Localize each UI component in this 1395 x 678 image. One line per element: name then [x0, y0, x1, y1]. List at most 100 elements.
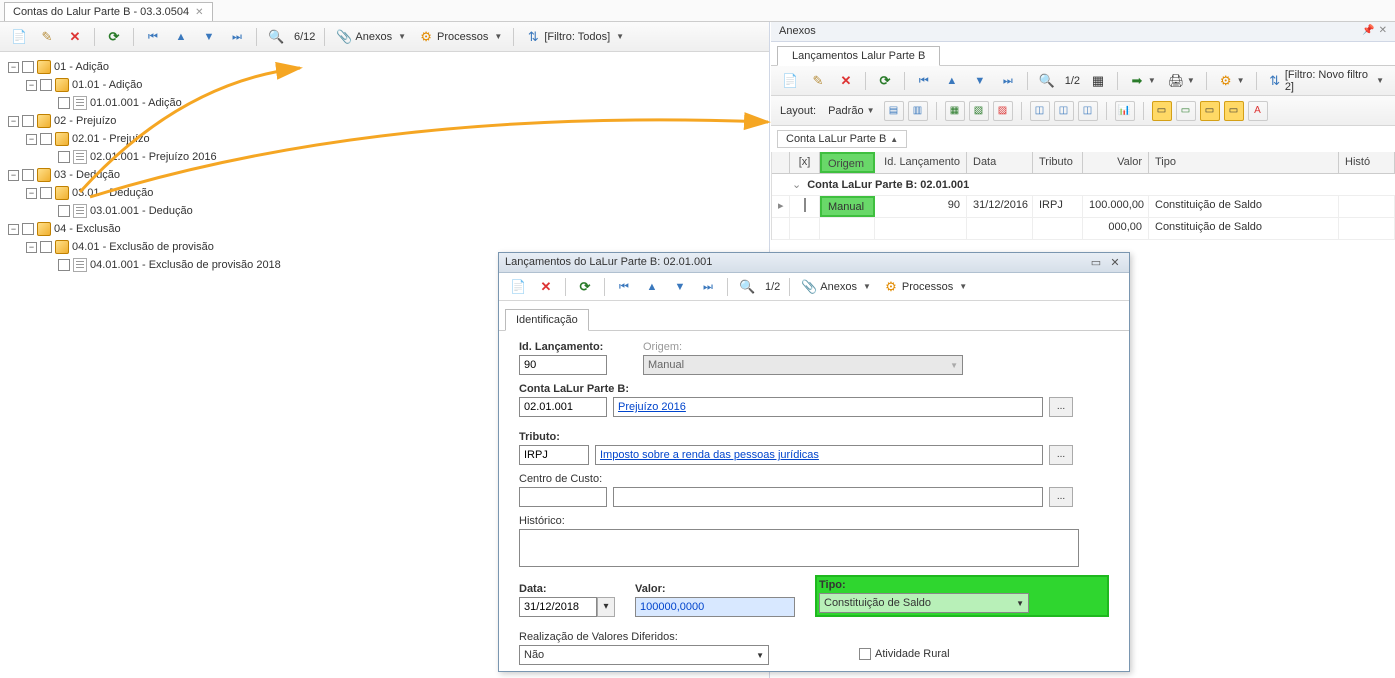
tree-checkbox[interactable]	[58, 259, 70, 271]
data-input[interactable]	[519, 597, 597, 617]
edit-button[interactable]: ✎	[34, 26, 60, 48]
process-dropdown[interactable]: ⚙▼	[1213, 70, 1250, 92]
layout-btn-6[interactable]: ◫	[1030, 101, 1050, 121]
layout-btn-7[interactable]: ◫	[1054, 101, 1074, 121]
close-icon[interactable]: ✕	[1107, 256, 1123, 269]
tributo-desc-input[interactable]	[595, 445, 1043, 465]
nav-next-button[interactable]: ▼	[196, 26, 222, 48]
delete-button[interactable]: ✕	[833, 70, 859, 92]
col-origem[interactable]: Origem	[820, 152, 875, 173]
edit-button[interactable]: ✎	[805, 70, 831, 92]
maximize-icon[interactable]: ▭	[1088, 256, 1104, 269]
anexos-dropdown[interactable]: 📎 Anexos ▼	[331, 26, 411, 48]
tree-checkbox[interactable]	[22, 223, 34, 235]
find-button[interactable]: 🔍	[734, 276, 760, 298]
tree-node[interactable]: −03 - Dedução	[8, 166, 765, 184]
row-checkbox[interactable]	[804, 198, 806, 212]
tree-checkbox[interactable]	[58, 97, 70, 109]
tree-node[interactable]: 01.01.001 - Adição	[44, 94, 765, 112]
refresh-button[interactable]: ⟳	[872, 70, 898, 92]
col-x[interactable]: [x]	[790, 152, 820, 173]
pin-icon[interactable]: 📌	[1362, 25, 1374, 38]
nav-last-button[interactable]: ⏭	[224, 26, 250, 48]
find-button[interactable]: 🔍	[263, 26, 289, 48]
dialog-title-bar[interactable]: Lançamentos do LaLur Parte B: 02.01.001 …	[499, 253, 1129, 273]
find-button[interactable]: 🔍	[1034, 70, 1060, 92]
tree-checkbox[interactable]	[58, 205, 70, 217]
layout-btn-1[interactable]: ▤	[884, 101, 904, 121]
historico-textarea[interactable]	[519, 529, 1079, 567]
processos-dropdown[interactable]: ⚙Processos▼	[878, 276, 972, 298]
layout-btn-3[interactable]: ▦	[945, 101, 965, 121]
document-tab[interactable]: Contas do Lalur Parte B - 03.3.0504 ✕	[4, 2, 213, 21]
delete-button[interactable]: ✕	[62, 26, 88, 48]
view-btn-2[interactable]: ▭	[1176, 101, 1196, 121]
realiz-select[interactable]: Não▼	[519, 645, 769, 665]
tree-checkbox[interactable]	[22, 61, 34, 73]
nav-next-button[interactable]: ▼	[967, 70, 993, 92]
nav-prev-button[interactable]: ▲	[168, 26, 194, 48]
centro-desc-input[interactable]	[613, 487, 1043, 507]
tab-identificacao[interactable]: Identificação	[505, 309, 589, 331]
tree-node[interactable]: −04 - Exclusão	[8, 220, 765, 238]
col-tributo[interactable]: Tributo	[1033, 152, 1083, 173]
close-panel-icon[interactable]: ✕	[1379, 25, 1387, 38]
delete-button[interactable]: ✕	[533, 276, 559, 298]
layout-btn-5[interactable]: ▨	[993, 101, 1013, 121]
col-valor[interactable]: Valor	[1083, 152, 1149, 173]
tree-node[interactable]: −02 - Prejuízo	[8, 112, 765, 130]
new-button[interactable]: 📄	[6, 26, 32, 48]
tree-checkbox[interactable]	[40, 187, 52, 199]
centro-code-input[interactable]	[519, 487, 607, 507]
group-by-box[interactable]: Conta LaLur Parte B ▲	[777, 130, 907, 148]
nav-prev-button[interactable]: ▲	[939, 70, 965, 92]
browse-button[interactable]: ...	[1049, 487, 1073, 507]
col-hist[interactable]: Histó	[1339, 152, 1395, 173]
nav-next-button[interactable]: ▼	[667, 276, 693, 298]
atividade-rural-checkbox[interactable]: Atividade Rural	[859, 648, 950, 660]
layout-select[interactable]: Padrão▼	[823, 102, 879, 120]
nav-first-button[interactable]: ⏮	[911, 70, 937, 92]
tributo-code-input[interactable]	[519, 445, 589, 465]
filter-dropdown[interactable]: ⇅ [Filtro: Novo filtro 2] ▼	[1263, 66, 1389, 96]
tree-node[interactable]: −03.01 - Dedução	[26, 184, 765, 202]
layout-btn-2[interactable]: ▥	[908, 101, 928, 121]
grid-group-row[interactable]: ⌄ Conta LaLur Parte B: 02.01.001	[772, 174, 1395, 196]
refresh-button[interactable]: ⟳	[101, 26, 127, 48]
chart-btn[interactable]: 📊	[1115, 101, 1135, 121]
subtab-lancamentos[interactable]: Lançamentos Lalur Parte B	[777, 46, 940, 66]
browse-button[interactable]: ...	[1049, 397, 1073, 417]
view-btn-1[interactable]: ▭	[1152, 101, 1172, 121]
tree-node[interactable]: 03.01.001 - Dedução	[44, 202, 765, 220]
view-btn-3[interactable]: ▭	[1200, 101, 1220, 121]
refresh-button[interactable]: ⟳	[572, 276, 598, 298]
grid-row[interactable]: 000,00 Constituição de Saldo	[772, 218, 1395, 240]
layout-btn-8[interactable]: ◫	[1078, 101, 1098, 121]
tree-node[interactable]: −02.01 - Prejuízo	[26, 130, 765, 148]
tipo-select[interactable]: Constituição de Saldo▼	[819, 593, 1029, 613]
print-dropdown[interactable]: 🖨▼	[1163, 70, 1200, 92]
tree-node[interactable]: 02.01.001 - Prejuízo 2016	[44, 148, 765, 166]
tree-checkbox[interactable]	[40, 79, 52, 91]
col-tipo[interactable]: Tipo	[1149, 152, 1339, 173]
new-button[interactable]: 📄	[505, 276, 531, 298]
id-lanc-input[interactable]	[519, 355, 607, 375]
nav-last-button[interactable]: ⏭	[995, 70, 1021, 92]
grid-row[interactable]: ▸ Manual 90 31/12/2016 IRPJ 100.000,00 C…	[772, 196, 1395, 218]
close-tab-icon[interactable]: ✕	[195, 7, 203, 18]
valor-input[interactable]	[635, 597, 795, 617]
new-button[interactable]: 📄	[777, 70, 803, 92]
tree-node[interactable]: −01.01 - Adição	[26, 76, 765, 94]
filter-dropdown[interactable]: ⇅ [Filtro: Todos] ▼	[520, 26, 629, 48]
grid-options-button[interactable]: ▦	[1085, 70, 1111, 92]
tree-checkbox[interactable]	[40, 241, 52, 253]
col-idlanc[interactable]: Id. Lançamento	[875, 152, 967, 173]
anexos-dropdown[interactable]: 📎Anexos▼	[796, 276, 876, 298]
tree-checkbox[interactable]	[22, 169, 34, 181]
nav-first-button[interactable]: ⏮	[140, 26, 166, 48]
tree-checkbox[interactable]	[58, 151, 70, 163]
nav-last-button[interactable]: ⏭	[695, 276, 721, 298]
calendar-button[interactable]: ▾	[597, 597, 615, 617]
export-dropdown[interactable]: ➡▼	[1124, 70, 1161, 92]
tree-checkbox[interactable]	[40, 133, 52, 145]
